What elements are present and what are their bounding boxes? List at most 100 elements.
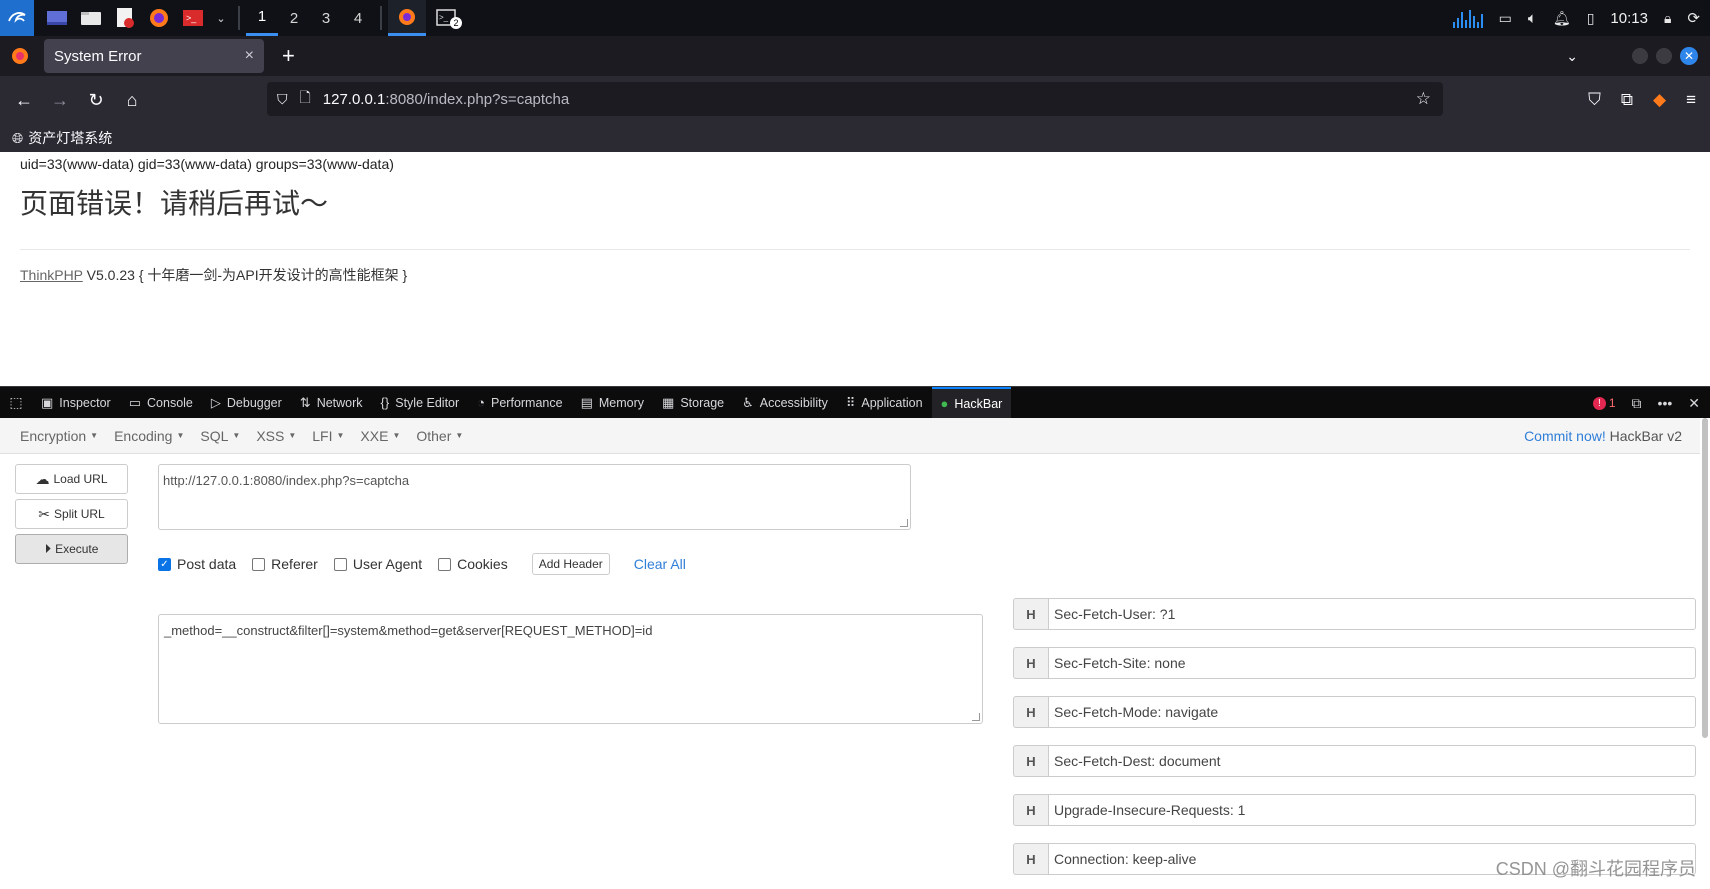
menu-encryption[interactable]: Encryption ▼	[20, 428, 98, 444]
hackbar-panel: Encryption ▼ Encoding ▼ SQL ▼ XSS ▼ LFI ▼ XXE…	[0, 418, 1710, 889]
user-agent-checkbox[interactable]	[333, 557, 347, 571]
bookmark-item[interactable]: 资产灯塔系统	[28, 128, 112, 148]
url-textarea[interactable]: http://127.0.0.1:8080/index.php?s=captch…	[158, 464, 911, 530]
header-input[interactable]: Sec-Fetch-Dest: document	[1048, 745, 1696, 777]
url-bar[interactable]: ⛉ 🗋︎ 127.0.0.1:8080/index.php?s=captcha …	[267, 82, 1443, 116]
header-input[interactable]: Upgrade-Insecure-Requests: 1	[1048, 794, 1696, 826]
tab-style-editor[interactable]: {} Style Editor	[372, 387, 469, 419]
workspace-1[interactable]: 1	[246, 0, 278, 36]
tab-network[interactable]: ⇅ Network	[291, 387, 372, 419]
firefox-window-button[interactable]	[388, 0, 426, 36]
performance-icon: ◔	[477, 395, 486, 410]
post-data-checkbox[interactable]: ✓	[158, 557, 171, 571]
resize-handle[interactable]	[900, 519, 908, 527]
header-input[interactable]: Sec-Fetch-Mode: navigate	[1048, 696, 1696, 728]
list-all-tabs-icon[interactable]: ⌄	[1566, 48, 1578, 65]
forward-arrow-icon[interactable]: →	[42, 82, 78, 118]
tab-performance[interactable]: ◔ Performance	[468, 387, 571, 419]
error-counter[interactable]: ! 1	[1592, 396, 1616, 410]
tab-label: Performance	[491, 395, 563, 410]
maximize-button[interactable]	[1656, 48, 1672, 64]
pocket-icon[interactable]: ⛉	[1588, 90, 1601, 110]
hackbar-version: HackBar v2	[1605, 428, 1682, 444]
element-picker-icon[interactable]: ⬚	[0, 394, 32, 411]
chevron-down-icon[interactable]: ⌄	[214, 5, 228, 31]
text-editor-icon[interactable]	[112, 5, 138, 31]
hamburger-menu-icon[interactable]: ≡	[1686, 90, 1696, 110]
header-input[interactable]: Sec-Fetch-Site: none	[1048, 647, 1696, 679]
menu-label: Encoding	[114, 427, 173, 444]
back-arrow-icon[interactable]: ←	[6, 82, 42, 118]
close-icon[interactable]: ×	[245, 47, 254, 65]
clear-all-link[interactable]: Clear All	[634, 556, 686, 572]
post-data-textarea[interactable]: _method=__construct&filter[]=system&meth…	[158, 614, 983, 724]
tab-accessibility[interactable]: ♿︎ Accessibility	[733, 387, 837, 419]
dock-side-icon[interactable]: ⧉	[1632, 395, 1642, 412]
cookies-checkbox[interactable]	[438, 557, 452, 571]
display-icon[interactable]: ▭	[1499, 10, 1512, 27]
extension-fox-icon[interactable]: ◆	[1653, 90, 1666, 110]
firefox-launcher-icon[interactable]	[146, 5, 172, 31]
workspace-4[interactable]: 4	[342, 0, 374, 36]
menu-other[interactable]: Other ▼	[416, 428, 463, 444]
referer-option[interactable]: Referer	[252, 556, 318, 572]
post-data-option[interactable]: ✓ Post data	[158, 556, 236, 572]
file-manager-icon[interactable]	[78, 5, 104, 31]
split-url-button[interactable]: ✂ Split URL	[15, 499, 128, 529]
button-label: Execute	[55, 542, 99, 556]
menu-label: Encryption	[20, 427, 87, 444]
tab-storage[interactable]: ▦ Storage	[653, 387, 733, 419]
execute-button[interactable]: ⏵ Execute	[15, 534, 128, 564]
logout-icon[interactable]: ⟳	[1687, 9, 1700, 27]
memory-icon: ▤	[580, 394, 593, 410]
tab-hackbar[interactable]: ● HackBar	[931, 386, 1012, 419]
header-row: H Upgrade-Insecure-Requests: 1	[1013, 794, 1696, 826]
extensions-icon[interactable]: ⧉	[1621, 90, 1633, 110]
style-editor-icon: {}	[380, 395, 390, 410]
menu-xss[interactable]: XSS ▼	[256, 428, 296, 444]
notification-bell-icon[interactable]: 🔔︎	[1553, 10, 1571, 27]
scrollbar[interactable]	[1702, 418, 1708, 738]
load-url-button[interactable]: ☁ Load URL	[15, 464, 128, 494]
new-tab-button[interactable]: +	[282, 43, 295, 69]
tab-memory[interactable]: ▤ Memory	[572, 387, 653, 419]
user-agent-option[interactable]: User Agent	[333, 556, 422, 572]
header-row: H Sec-Fetch-Mode: navigate	[1013, 696, 1696, 728]
terminal-window-button[interactable]: >_ 2	[430, 5, 462, 31]
menu-xxe[interactable]: XXE ▼	[360, 428, 400, 444]
resize-handle[interactable]	[972, 713, 980, 721]
menu-sql[interactable]: SQL ▼	[200, 428, 240, 444]
tab-system-error[interactable]: System Error ×	[44, 39, 264, 73]
menu-lfi[interactable]: LFI ▼	[312, 428, 344, 444]
tab-application[interactable]: ⠿ Application	[837, 387, 932, 419]
minimize-button[interactable]	[1632, 48, 1648, 64]
workspace-3[interactable]: 3	[310, 0, 342, 36]
cookies-option[interactable]: Cookies	[438, 556, 508, 572]
battery-icon[interactable]: ▯	[1587, 10, 1595, 27]
kali-menu-icon[interactable]	[0, 0, 34, 36]
window-close-button[interactable]: ✕	[1680, 47, 1698, 65]
desktop-icon[interactable]	[44, 5, 70, 31]
header-input[interactable]: Sec-Fetch-User: ?1	[1048, 598, 1696, 630]
close-devtools-icon[interactable]: ✕	[1688, 395, 1700, 412]
tab-label: HackBar	[954, 396, 1003, 411]
menu-encoding[interactable]: Encoding ▼	[114, 428, 184, 444]
tab-console[interactable]: ▭ Console	[120, 387, 202, 419]
bookmark-star-icon[interactable]: ☆	[1416, 89, 1431, 109]
tab-inspector[interactable]: ▣ Inspector	[32, 387, 120, 419]
referer-checkbox[interactable]	[252, 557, 266, 571]
home-icon[interactable]: ⌂	[114, 82, 150, 118]
shield-icon[interactable]: ⛉	[277, 91, 288, 108]
clock[interactable]: 10:13	[1610, 10, 1648, 27]
lock-icon[interactable]: 🔒︎	[1664, 10, 1671, 27]
more-options-icon[interactable]: •••	[1658, 395, 1673, 411]
volume-icon[interactable]: 🔈︎	[1528, 10, 1537, 27]
reload-icon[interactable]: ↻	[78, 82, 114, 118]
commit-now-link[interactable]: Commit now!	[1524, 428, 1606, 444]
add-header-button[interactable]: Add Header	[531, 553, 610, 575]
tab-debugger[interactable]: ▷ Debugger	[202, 387, 291, 419]
thinkphp-link[interactable]: ThinkPHP	[20, 267, 83, 283]
page-info-icon[interactable]: 🗋︎	[300, 87, 311, 111]
terminal-launcher-icon[interactable]: >_	[180, 5, 206, 31]
workspace-2[interactable]: 2	[278, 0, 310, 36]
